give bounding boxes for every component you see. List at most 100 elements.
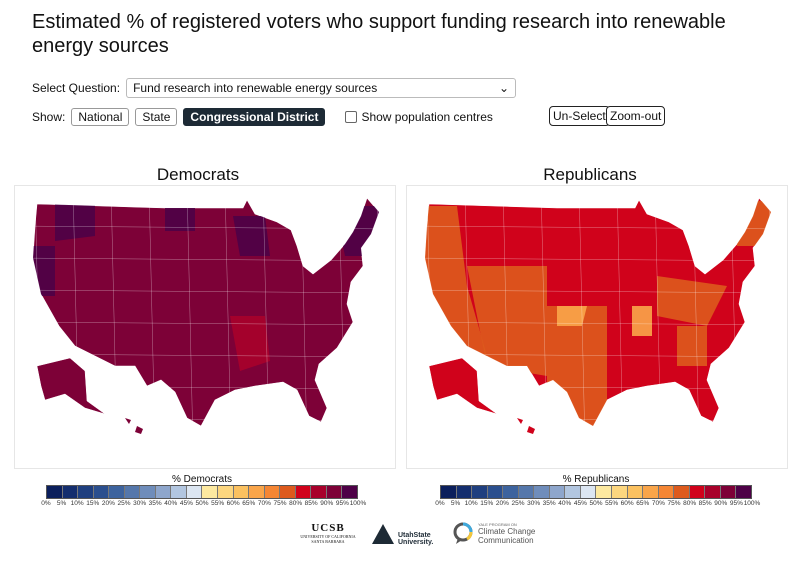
legend-swatch bbox=[280, 486, 296, 498]
building-icon bbox=[372, 524, 394, 544]
ucsb-logo: UCSB UNIVERSITY OF CALIFORNIA SANTA BARB… bbox=[300, 522, 356, 544]
legend-tick: 70% bbox=[651, 500, 665, 507]
legend-tick: 50% bbox=[589, 500, 603, 507]
district-region bbox=[33, 246, 55, 296]
legend-swatch bbox=[612, 486, 628, 498]
legend-swatch bbox=[109, 486, 125, 498]
legend-tick: 40% bbox=[558, 500, 572, 507]
legend-tick: 10% bbox=[464, 500, 478, 507]
show-row: Show: National State Congressional Distr… bbox=[32, 108, 493, 126]
legend-tick: 30% bbox=[527, 500, 541, 507]
legend-swatch bbox=[518, 486, 535, 498]
legend-tick: 95% bbox=[729, 500, 743, 507]
legend-swatch bbox=[627, 486, 644, 498]
show-label: Show: bbox=[32, 110, 66, 124]
legend-tick: 30% bbox=[133, 500, 147, 507]
district-region bbox=[165, 201, 195, 231]
legend-tick: 100% bbox=[743, 500, 761, 507]
district-region bbox=[737, 201, 771, 246]
republicans-map-title: Republicans bbox=[543, 165, 637, 184]
legend-ticks: 0% 5% 10% 15% 20% 25% 30% 35% 40% 45% 50% 55% 60% 65%… bbox=[41, 499, 366, 509]
democrats-legend: % Democrats 0% 5% 10% 15% 20% 25% 30% 35% 40% 45%… bbox=[41, 474, 366, 509]
legend-tick: 65% bbox=[242, 500, 256, 507]
legend-swatch bbox=[534, 486, 550, 498]
legend-tick: 75% bbox=[667, 500, 681, 507]
legend-swatch bbox=[93, 486, 110, 498]
hawaii bbox=[517, 418, 535, 434]
national-button[interactable]: National bbox=[71, 108, 130, 126]
legend-bar bbox=[440, 485, 752, 499]
legend-swatch bbox=[487, 486, 504, 498]
legend-tick: 80% bbox=[289, 500, 303, 507]
legend-swatch bbox=[311, 486, 327, 498]
democrats-map[interactable] bbox=[14, 185, 396, 469]
chevron-down-icon: ⌄ bbox=[499, 81, 510, 95]
legend-swatch bbox=[264, 486, 281, 498]
legend-tick: 100% bbox=[349, 500, 367, 507]
legend-tick: 25% bbox=[117, 500, 131, 507]
legend-swatch bbox=[689, 486, 706, 498]
state-button[interactable]: State bbox=[135, 108, 178, 126]
legend-tick: 85% bbox=[698, 500, 712, 507]
legend-swatch bbox=[736, 486, 751, 498]
republicans-map[interactable] bbox=[406, 185, 788, 469]
legend-tick: 45% bbox=[573, 500, 587, 507]
democrats-map-title: Democrats bbox=[156, 165, 240, 184]
page-title: Estimated % of registered voters who sup… bbox=[32, 11, 726, 57]
legend-title: % Republicans bbox=[562, 474, 630, 485]
question-row: Select Question: Fund research into rene… bbox=[32, 78, 517, 98]
district-region bbox=[557, 306, 587, 326]
legend-swatch bbox=[472, 486, 488, 498]
legend-swatch bbox=[186, 486, 203, 498]
population-centres-checkbox[interactable]: Show population centres bbox=[345, 110, 493, 124]
alaska bbox=[36, 357, 106, 415]
legend-tick: 95% bbox=[335, 500, 349, 507]
legend-tick: 20% bbox=[495, 500, 509, 507]
legend-swatch bbox=[78, 486, 94, 498]
legend-swatch bbox=[249, 486, 265, 498]
legend-tick: 85% bbox=[304, 500, 318, 507]
alaska bbox=[428, 357, 498, 415]
legend-tick: 25% bbox=[511, 500, 525, 507]
legend-swatch bbox=[218, 486, 234, 498]
legend-tick: 55% bbox=[605, 500, 619, 507]
legend-tick: 35% bbox=[542, 500, 556, 507]
legend-swatch bbox=[171, 486, 187, 498]
state-border bbox=[768, 198, 771, 426]
legend-tick: 80% bbox=[683, 500, 697, 507]
legend-tick: 90% bbox=[714, 500, 728, 507]
unselect-button[interactable]: Un-Select bbox=[549, 106, 610, 126]
legend-swatch bbox=[155, 486, 172, 498]
legend-swatch bbox=[441, 486, 457, 498]
utah-state-logo: UtahState University. bbox=[370, 520, 438, 546]
zoom-out-button[interactable]: Zoom-out bbox=[606, 106, 666, 126]
legend-tick: 50% bbox=[195, 500, 209, 507]
legend-tick: 20% bbox=[101, 500, 115, 507]
legend-swatch bbox=[124, 486, 141, 498]
legend-swatch bbox=[658, 486, 675, 498]
legend-swatch bbox=[233, 486, 250, 498]
legend-tick: 40% bbox=[164, 500, 178, 507]
legend-swatch bbox=[202, 486, 219, 498]
legend-tick: 0% bbox=[41, 500, 51, 507]
yale-climate-logo: YALE PROGRAM ON Climate Change Communica… bbox=[452, 521, 548, 545]
republicans-legend: % Republicans 0% 5% 10% 15% 20% 25% 30% 35% 40% 4… bbox=[435, 474, 760, 509]
district-region bbox=[55, 201, 95, 241]
congressional-district-button[interactable]: Congressional District bbox=[183, 108, 326, 126]
legend-swatch bbox=[674, 486, 690, 498]
checkbox-icon[interactable] bbox=[345, 111, 358, 123]
question-select[interactable]: Fund research into renewable energy sour… bbox=[126, 78, 517, 98]
legend-swatch bbox=[643, 486, 659, 498]
legend-swatch bbox=[705, 486, 721, 498]
state-border bbox=[376, 198, 379, 426]
legend-bar bbox=[46, 485, 358, 499]
legend-swatch bbox=[62, 486, 79, 498]
legend-swatch bbox=[342, 486, 357, 498]
legend-tick: 15% bbox=[480, 500, 494, 507]
legend-tick: 65% bbox=[636, 500, 650, 507]
legend-swatch bbox=[503, 486, 519, 498]
legend-tick: 45% bbox=[179, 500, 193, 507]
legend-tick: 10% bbox=[70, 500, 84, 507]
legend-swatch bbox=[580, 486, 597, 498]
district-region bbox=[677, 326, 707, 366]
